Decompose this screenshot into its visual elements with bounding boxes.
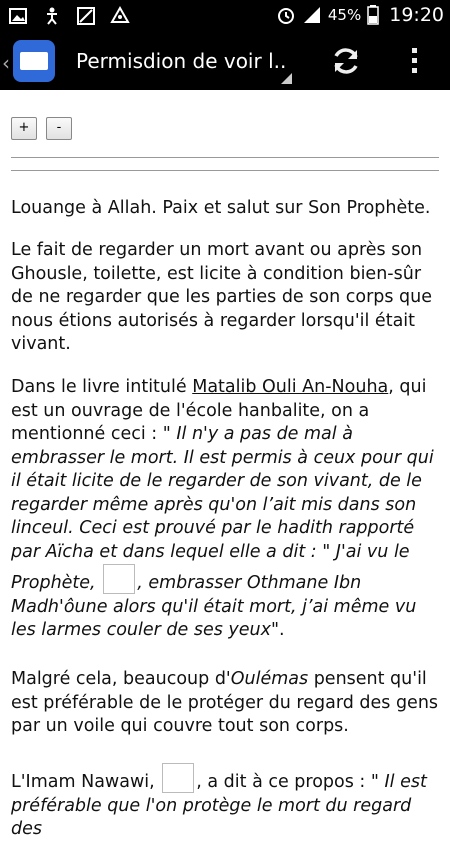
drive-icon — [110, 5, 130, 26]
broken-image-icon — [103, 564, 136, 594]
zoom-in-button[interactable]: + — [11, 117, 37, 140]
text-span: , a dit à ce propos : " — [196, 772, 385, 792]
text-span: Malgré cela, beaucoup d' — [11, 669, 231, 689]
overflow-dot — [411, 58, 417, 63]
broken-image-icon — [162, 763, 195, 793]
zoom-controls: + - — [11, 117, 72, 140]
status-bar: 45% 19:20 — [0, 0, 450, 33]
app-icon[interactable] — [13, 40, 55, 82]
back-chevron-icon[interactable]: ‹ — [2, 51, 10, 75]
paragraph-nawawi: L'Imam Nawawi, , a dit à ce propos : " I… — [11, 763, 439, 842]
system-icons: 45% 19:20 — [276, 4, 444, 26]
action-bar: ‹ Permisdion de voir l.. — [0, 33, 450, 90]
term-oulemas: Oulémas — [230, 669, 309, 689]
paragraph-matalib: Dans le livre intitulé Matalib Ouli An-N… — [11, 376, 439, 643]
text-span: ". — [270, 620, 285, 640]
overflow-menu-button[interactable] — [404, 45, 424, 77]
quote-text: Il n'y a pas de mal à embrasser le mort.… — [11, 424, 434, 593]
divider — [11, 157, 439, 171]
title-dropdown-indicator-icon[interactable] — [281, 73, 292, 84]
refresh-button[interactable] — [329, 44, 363, 78]
paragraph-oulemas: Malgré cela, beaucoup d'Oulémas pensent … — [11, 668, 439, 739]
clock: 19:20 — [389, 4, 444, 26]
zoom-out-button[interactable]: - — [46, 117, 72, 140]
overflow-dot — [411, 68, 417, 73]
text-span: L'Imam Nawawi, — [11, 772, 161, 792]
refresh-icon — [334, 48, 358, 74]
battery-icon — [367, 5, 379, 25]
gallery-icon — [8, 6, 28, 26]
battery-percentage: 45% — [327, 6, 362, 24]
notification-icons — [8, 5, 130, 26]
paragraph-ghousle: Le fait de regarder un mort avant ou apr… — [11, 240, 433, 354]
accessibility-icon — [42, 6, 62, 26]
image-icon — [76, 6, 96, 26]
paragraph-intro: Louange à Allah. Paix et salut sur Son P… — [11, 198, 431, 218]
text-span: Dans le livre intitulé — [11, 377, 193, 397]
overflow-dot — [411, 48, 417, 53]
page-title[interactable]: Permisdion de voir l.. — [76, 49, 286, 73]
signal-icon — [303, 7, 320, 23]
alarm-icon — [277, 8, 294, 24]
book-link[interactable]: Matalib Ouli An-Nouha — [192, 377, 388, 397]
